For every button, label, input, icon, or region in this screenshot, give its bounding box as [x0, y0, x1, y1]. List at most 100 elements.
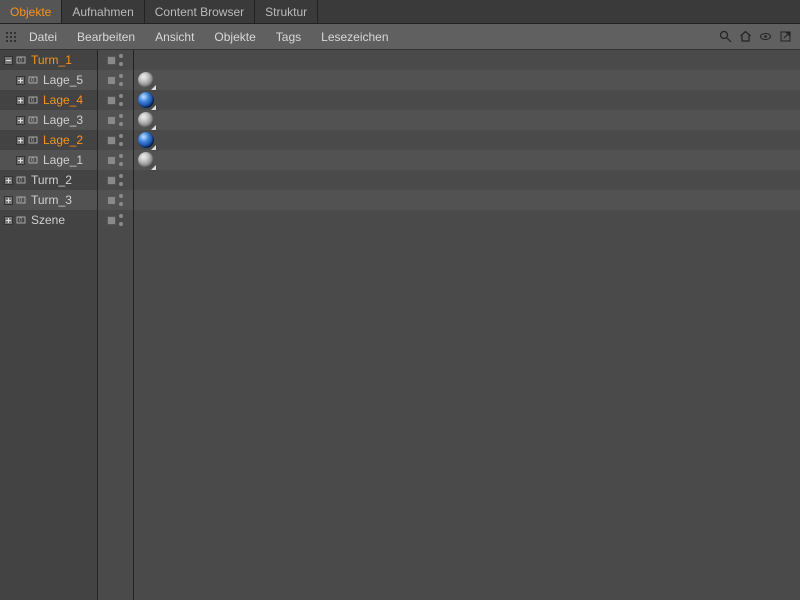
tree-row[interactable]: 0Lage_4 [0, 90, 97, 110]
expander-icon[interactable] [4, 56, 13, 65]
object-label[interactable]: Szene [31, 213, 65, 227]
layer-visibility-toggle[interactable] [107, 56, 116, 65]
home-icon[interactable] [738, 30, 752, 44]
expander-icon[interactable] [16, 96, 25, 105]
expander-icon[interactable] [4, 216, 13, 225]
null-object-icon: 0 [15, 54, 29, 66]
visibility-row [98, 50, 133, 70]
object-label[interactable]: Lage_3 [43, 113, 83, 127]
tree-row[interactable]: 0Lage_2 [0, 130, 97, 150]
eye-icon[interactable] [758, 30, 772, 44]
null-object-icon: 0 [27, 94, 41, 106]
editor-render-dots[interactable] [119, 54, 125, 66]
editor-render-dots[interactable] [119, 114, 125, 126]
layer-visibility-toggle[interactable] [107, 216, 116, 225]
expander-icon[interactable] [4, 176, 13, 185]
editor-render-dots[interactable] [119, 134, 125, 146]
expander-icon[interactable] [4, 196, 13, 205]
visibility-row [98, 110, 133, 130]
menu-bookmarks[interactable]: Lesezeichen [312, 27, 397, 47]
tree-row[interactable]: 0Turm_2 [0, 170, 97, 190]
object-label[interactable]: Lage_4 [43, 93, 83, 107]
object-label[interactable]: Turm_1 [31, 53, 72, 67]
editor-render-dots[interactable] [119, 94, 125, 106]
tree-row[interactable]: 0Turm_3 [0, 190, 97, 210]
tab-structure[interactable]: Struktur [255, 0, 318, 23]
visibility-row [98, 70, 133, 90]
tags-row [134, 50, 800, 70]
tab-label: Aufnahmen [72, 5, 133, 19]
object-label[interactable]: Turm_3 [31, 193, 72, 207]
visibility-row [98, 210, 133, 230]
tree-row[interactable]: 0Lage_3 [0, 110, 97, 130]
menu-edit[interactable]: Bearbeiten [68, 27, 144, 47]
object-label[interactable]: Lage_2 [43, 133, 83, 147]
material-tag-icon[interactable] [138, 72, 154, 88]
tree-row[interactable]: 0Lage_5 [0, 70, 97, 90]
layer-visibility-toggle[interactable] [107, 156, 116, 165]
layer-visibility-toggle[interactable] [107, 176, 116, 185]
object-manager-menubar: Datei Bearbeiten Ansicht Objekte Tags Le… [0, 24, 800, 50]
tree-row[interactable]: 0Szene [0, 210, 97, 230]
editor-render-dots[interactable] [119, 174, 125, 186]
null-object-icon: 0 [15, 214, 29, 226]
visibility-column [98, 50, 134, 600]
visibility-row [98, 90, 133, 110]
menu-tags[interactable]: Tags [267, 27, 310, 47]
tags-row [134, 170, 800, 190]
tags-row [134, 150, 800, 170]
editor-render-dots[interactable] [119, 74, 125, 86]
visibility-row [98, 150, 133, 170]
menu-view[interactable]: Ansicht [146, 27, 203, 47]
layer-visibility-toggle[interactable] [107, 136, 116, 145]
search-icon[interactable] [718, 30, 732, 44]
null-object-icon: 0 [15, 174, 29, 186]
object-label[interactable]: Turm_2 [31, 173, 72, 187]
tree-row[interactable]: 0Lage_1 [0, 150, 97, 170]
menubar-left: Datei Bearbeiten Ansicht Objekte Tags Le… [4, 27, 398, 47]
tab-content-browser[interactable]: Content Browser [145, 0, 255, 23]
editor-render-dots[interactable] [119, 154, 125, 166]
menu-objects[interactable]: Objekte [205, 27, 264, 47]
layer-visibility-toggle[interactable] [107, 96, 116, 105]
layer-visibility-toggle[interactable] [107, 116, 116, 125]
tab-objects[interactable]: Objekte [0, 0, 62, 23]
grip-icon[interactable] [4, 30, 18, 44]
tree-column: 0Turm_10Lage_50Lage_40Lage_30Lage_20Lage… [0, 50, 98, 600]
tab-label: Struktur [265, 5, 307, 19]
tags-row [134, 110, 800, 130]
expander-icon[interactable] [16, 116, 25, 125]
visibility-row [98, 130, 133, 150]
tags-row [134, 130, 800, 150]
tab-label: Objekte [10, 5, 51, 19]
tags-row [134, 210, 800, 230]
expander-icon[interactable] [16, 156, 25, 165]
tags-row [134, 90, 800, 110]
expander-icon[interactable] [16, 76, 25, 85]
material-tag-icon[interactable] [138, 92, 154, 108]
tags-row [134, 70, 800, 90]
menu-file[interactable]: Datei [20, 27, 66, 47]
material-tag-icon[interactable] [138, 132, 154, 148]
null-object-icon: 0 [27, 114, 41, 126]
undock-icon[interactable] [778, 30, 792, 44]
tags-row [134, 190, 800, 210]
tree-row[interactable]: 0Turm_1 [0, 50, 97, 70]
layer-visibility-toggle[interactable] [107, 196, 116, 205]
tags-column [134, 50, 800, 600]
editor-render-dots[interactable] [119, 194, 125, 206]
expander-icon[interactable] [16, 136, 25, 145]
visibility-row [98, 170, 133, 190]
material-tag-icon[interactable] [138, 152, 154, 168]
material-tag-icon[interactable] [138, 112, 154, 128]
object-manager-body: 0Turm_10Lage_50Lage_40Lage_30Lage_20Lage… [0, 50, 800, 600]
null-object-icon: 0 [27, 74, 41, 86]
panel-tabs: Objekte Aufnahmen Content Browser Strukt… [0, 0, 800, 24]
tab-takes[interactable]: Aufnahmen [62, 0, 144, 23]
null-object-icon: 0 [15, 194, 29, 206]
object-label[interactable]: Lage_5 [43, 73, 83, 87]
layer-visibility-toggle[interactable] [107, 76, 116, 85]
editor-render-dots[interactable] [119, 214, 125, 226]
menubar-right [718, 30, 796, 44]
object-label[interactable]: Lage_1 [43, 153, 83, 167]
